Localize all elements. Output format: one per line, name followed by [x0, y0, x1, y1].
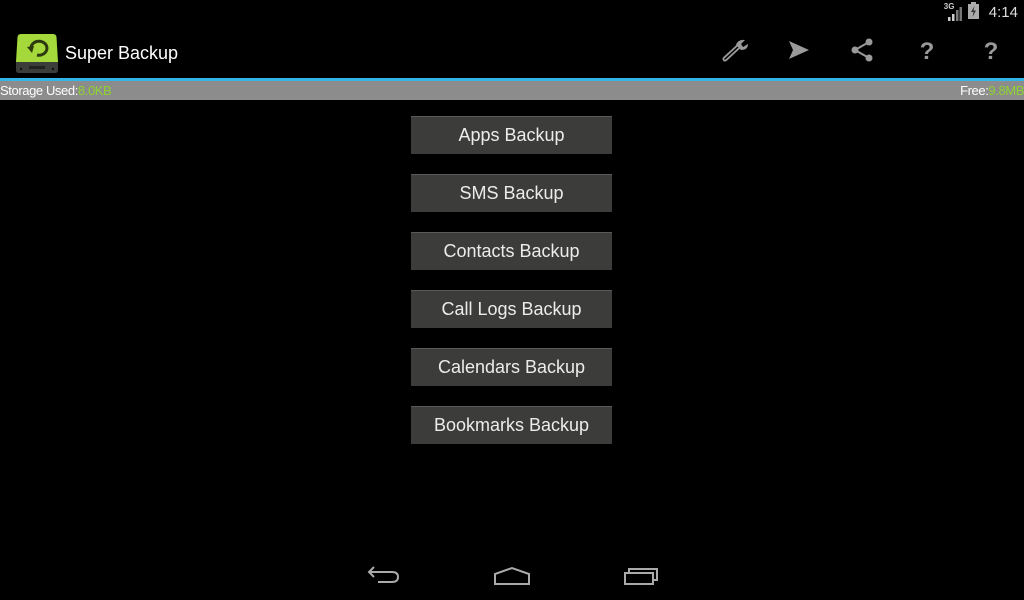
sms-backup-button[interactable]: SMS Backup	[411, 174, 612, 212]
share-button[interactable]	[838, 30, 886, 74]
question-icon: ?	[919, 38, 935, 65]
navigation-bar	[0, 556, 1024, 600]
share-icon	[850, 38, 874, 67]
storage-used-label: Storage Used:	[0, 83, 78, 98]
recent-apps-button[interactable]	[616, 562, 666, 594]
contacts-backup-button[interactable]: Contacts Backup	[411, 232, 612, 270]
storage-bar: Storage Used:8.0KB Free:9.8MB	[0, 81, 1024, 100]
clock: 4:14	[988, 4, 1018, 21]
wrench-icon	[721, 37, 751, 68]
about-button[interactable]: ?	[967, 30, 1015, 74]
storage-used-value: 8.0KB	[77, 83, 112, 98]
battery-charging-icon	[967, 1, 979, 24]
back-button[interactable]	[359, 562, 409, 594]
app-title: Super Backup	[65, 43, 179, 63]
apps-backup-button[interactable]: Apps Backup	[411, 116, 612, 154]
back-icon	[366, 565, 402, 591]
call-logs-backup-button[interactable]: Call Logs Backup	[411, 290, 612, 328]
help-button[interactable]: ?	[903, 30, 951, 74]
send-button[interactable]	[775, 30, 823, 74]
storage-free-value: 9.8MB	[988, 83, 1024, 98]
question-icon: ?	[983, 38, 999, 65]
action-bar: Super Backup ? ?	[0, 26, 1024, 78]
calendars-backup-button[interactable]: Calendars Backup	[411, 348, 612, 386]
signal-3g-icon: 3G	[944, 2, 962, 22]
bookmarks-backup-button[interactable]: Bookmarks Backup	[411, 406, 612, 444]
status-bar: 3G 4:14	[0, 0, 1024, 25]
status-icons: 3G 4:14	[944, 0, 1018, 25]
send-icon	[788, 40, 810, 65]
storage-free-label: Free:	[960, 83, 989, 98]
recent-apps-icon	[623, 566, 659, 591]
home-button[interactable]	[487, 562, 537, 594]
settings-button[interactable]	[712, 30, 760, 74]
storage-used: Storage Used:8.0KB	[0, 81, 112, 100]
home-icon	[493, 566, 531, 591]
app-logo-icon[interactable]	[15, 32, 59, 74]
storage-free: Free:9.8MB	[960, 81, 1024, 100]
